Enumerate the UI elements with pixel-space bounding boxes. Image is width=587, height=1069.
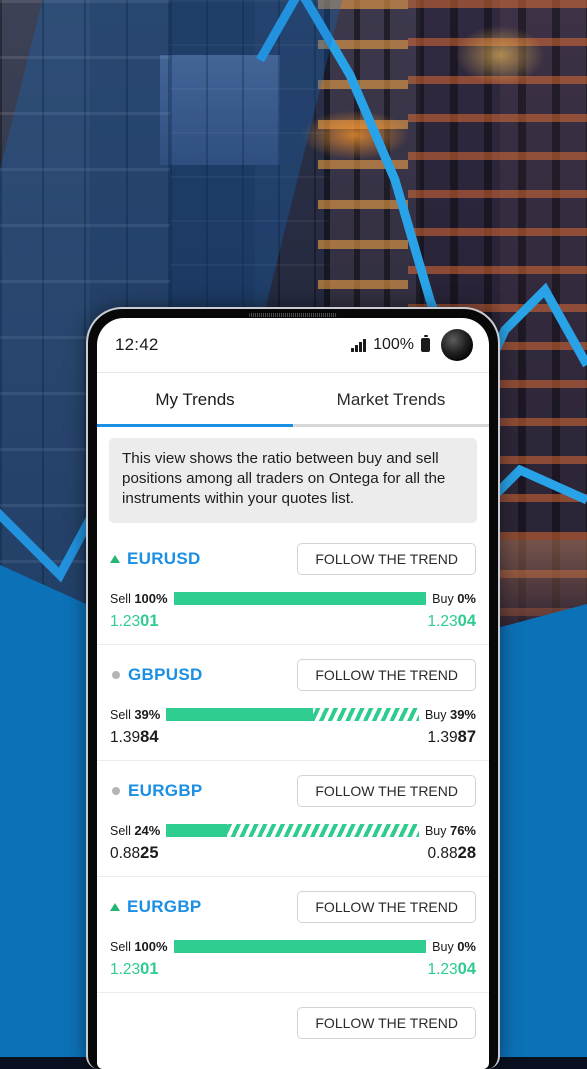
symbol-group: EURUSD [110, 549, 201, 569]
price-line: 1.2301 1.2304 [110, 960, 476, 979]
ratio-bar [166, 708, 419, 721]
buy-percent: 0% [457, 591, 476, 606]
tab-market-trends[interactable]: Market Trends [293, 373, 489, 427]
row-header: EURGBP FOLLOW THE TREND [110, 775, 476, 807]
up-triangle-icon [110, 555, 120, 563]
sell-label-group: Sell 100% [110, 591, 168, 606]
sell-percent: 24% [134, 823, 160, 838]
trend-list: EURUSD FOLLOW THE TREND Sell 100% Buy [97, 529, 489, 1052]
sell-price: 1.3984 [110, 728, 159, 747]
follow-the-trend-button[interactable]: FOLLOW THE TREND [297, 659, 476, 691]
buy-price: 0.8828 [427, 844, 476, 863]
buy-percent: 76% [450, 823, 476, 838]
battery-percent-label: 100% [373, 336, 414, 354]
table-row[interactable]: EURUSD FOLLOW THE TREND Sell 100% Buy [97, 529, 489, 644]
table-row[interactable]: EURGBP FOLLOW THE TREND Sell 100% Buy [97, 876, 489, 992]
follow-the-trend-button[interactable]: FOLLOW THE TREND [297, 1007, 476, 1039]
sell-price: 1.2301 [110, 612, 159, 631]
battery-full-icon [421, 338, 430, 352]
buy-label: Buy [432, 940, 454, 954]
neutral-dot-icon [112, 671, 120, 679]
tab-market-trends-label: Market Trends [337, 390, 446, 410]
buy-percent: 39% [450, 707, 476, 722]
phone-mockup: 12:42 100% My Trends Market Trends [88, 309, 498, 1069]
ratio-bar-line: Sell 39% Buy 39% [110, 707, 476, 722]
sell-percent: 100% [134, 591, 167, 606]
buy-label: Buy [432, 592, 454, 606]
follow-the-trend-button[interactable]: FOLLOW THE TREND [297, 891, 476, 923]
symbol-label: EURUSD [127, 549, 201, 569]
table-row[interactable]: EURGBP FOLLOW THE TREND Sell 24% Buy [97, 760, 489, 876]
buy-price: 1.2304 [427, 612, 476, 631]
buy-percent: 0% [457, 939, 476, 954]
buy-price: 1.2304 [427, 960, 476, 979]
sell-label-group: Sell 100% [110, 939, 168, 954]
sell-price: 1.2301 [110, 960, 159, 979]
follow-the-trend-button[interactable]: FOLLOW THE TREND [297, 543, 476, 575]
sell-label-group: Sell 24% [110, 823, 160, 838]
status-bar: 12:42 100% [97, 318, 489, 372]
up-triangle-icon [110, 903, 120, 911]
follow-the-trend-button[interactable]: FOLLOW THE TREND [297, 775, 476, 807]
symbol-group: EURGBP [110, 897, 202, 917]
earpiece-speaker [249, 313, 337, 317]
tab-inactive-underline [293, 424, 489, 427]
buy-label-group: Buy 76% [425, 823, 476, 838]
signal-bars-icon [351, 339, 366, 352]
ratio-bar-fill [174, 940, 427, 953]
row-header: EURGBP FOLLOW THE TREND [110, 891, 476, 923]
row-header: EURUSD FOLLOW THE TREND [110, 543, 476, 575]
sell-label: Sell [110, 708, 131, 722]
sell-price: 0.8825 [110, 844, 159, 863]
buy-label-group: Buy 39% [425, 707, 476, 722]
symbol-label: EURGBP [128, 781, 203, 801]
symbol-group: EURGBP [110, 781, 203, 801]
tab-my-trends-label: My Trends [155, 390, 234, 410]
ratio-bar [174, 940, 427, 953]
price-line: 0.8825 0.8828 [110, 844, 476, 863]
sell-label: Sell [110, 592, 131, 606]
table-row[interactable]: FOLLOW THE TREND [97, 992, 489, 1052]
tab-bar: My Trends Market Trends [97, 373, 489, 427]
status-indicators: 100% [351, 329, 473, 361]
info-banner: This view shows the ratio between buy an… [109, 438, 477, 523]
ratio-bar-line: Sell 100% Buy 0% [110, 591, 476, 606]
sell-label: Sell [110, 940, 131, 954]
buy-price: 1.3987 [427, 728, 476, 747]
symbol-group: GBPUSD [110, 665, 203, 685]
tab-my-trends[interactable]: My Trends [97, 373, 293, 427]
buy-label-group: Buy 0% [432, 591, 476, 606]
row-header: GBPUSD FOLLOW THE TREND [110, 659, 476, 691]
ratio-bar-line: Sell 24% Buy 76% [110, 823, 476, 838]
table-row[interactable]: GBPUSD FOLLOW THE TREND Sell 39% Buy [97, 644, 489, 760]
sell-label-group: Sell 39% [110, 707, 160, 722]
status-clock: 12:42 [115, 335, 159, 355]
buy-label: Buy [425, 708, 447, 722]
ratio-bar-fill [166, 708, 312, 721]
buy-label: Buy [425, 824, 447, 838]
sell-percent: 39% [134, 707, 160, 722]
sell-label: Sell [110, 824, 131, 838]
ratio-bar-line: Sell 100% Buy 0% [110, 939, 476, 954]
ratio-bar-fill [166, 824, 227, 837]
phone-screen: 12:42 100% My Trends Market Trends [97, 318, 489, 1069]
price-line: 1.3984 1.3987 [110, 728, 476, 747]
buy-label-group: Buy 0% [432, 939, 476, 954]
symbol-label: EURGBP [127, 897, 202, 917]
sell-percent: 100% [134, 939, 167, 954]
ratio-bar [174, 592, 427, 605]
front-camera-icon [441, 329, 473, 361]
ratio-bar-fill [174, 592, 427, 605]
row-header: FOLLOW THE TREND [110, 1007, 476, 1039]
neutral-dot-icon [112, 787, 120, 795]
ratio-bar [166, 824, 419, 837]
symbol-label: GBPUSD [128, 665, 203, 685]
price-line: 1.2301 1.2304 [110, 612, 476, 631]
tab-active-underline [97, 424, 293, 428]
